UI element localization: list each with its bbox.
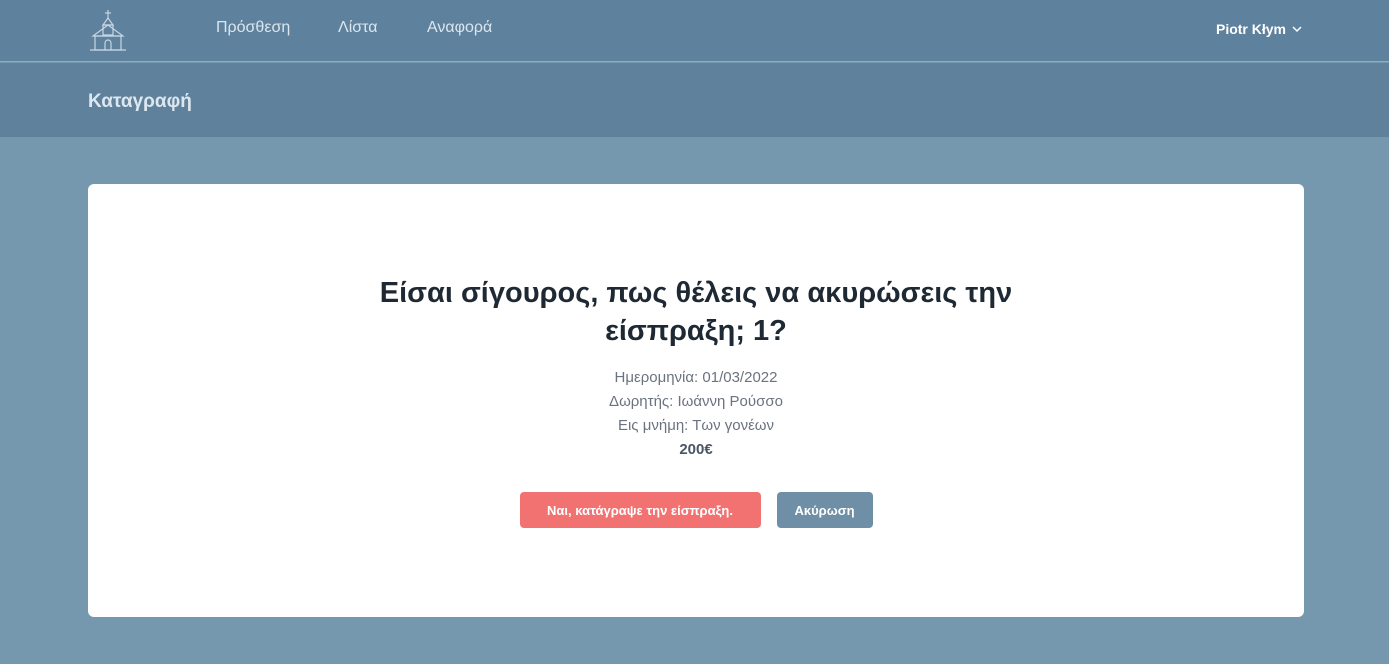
receipt-donor: Δωρητής: Ιωάννη Ρούσσο <box>609 393 783 410</box>
confirmation-heading: Είσαι σίγουρος, πως θέλεις να ακυρώσεις … <box>379 277 1013 347</box>
nav-link-list[interactable]: Λίστα <box>338 19 377 37</box>
church-icon[interactable] <box>88 8 128 52</box>
receipt-memory: Εις μνήμη: Των γονέων <box>617 417 775 434</box>
nav-link-report[interactable]: Αναφορά <box>427 19 492 37</box>
cancel-button[interactable]: Ακύρωση <box>776 492 873 528</box>
page-header: Καταγραφή <box>0 63 1389 137</box>
nav-link-add[interactable]: Πρόσθεση <box>216 19 290 37</box>
receipt-amount: 200€ <box>679 441 713 458</box>
confirm-button[interactable]: Ναι, κατάγραψε την είσπραξη. <box>519 492 761 528</box>
user-name: Piotr Kłym <box>1215 21 1286 37</box>
user-menu[interactable]: Piotr Kłym <box>1216 21 1302 37</box>
dialog-actions: Ναι, κατάγραψε την είσπραξη. Ακύρωση <box>88 492 1304 528</box>
receipt-details: Ημερομηνία: 01/03/2022 Δωρητής: Ιωάννη Ρ… <box>88 366 1304 462</box>
receipt-date: Ημερομηνία: 01/03/2022 <box>614 369 778 386</box>
confirmation-card: Είσαι σίγουρος, πως θέλεις να ακυρώσεις … <box>88 184 1304 617</box>
page-title: Καταγραφή <box>88 91 192 112</box>
top-navigation: Πρόσθεση Λίστα Αναφορά Piotr Kłym <box>0 0 1389 62</box>
chevron-down-icon <box>1292 21 1302 37</box>
